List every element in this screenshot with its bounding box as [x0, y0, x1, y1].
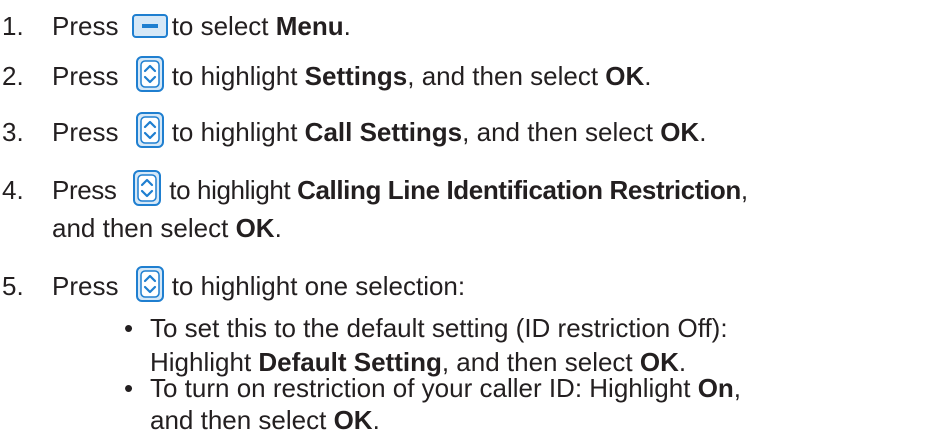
step-text: Press to select Menu. [52, 11, 351, 41]
navigation-key-icon [135, 112, 164, 149]
step-text: and then select OK. [52, 213, 282, 243]
step-text: Press to highlight Calling Line Identifi… [52, 170, 748, 210]
bullet-text: and then select OK. [150, 405, 380, 435]
step-number: 3. [2, 117, 24, 147]
navigation-key-icon [135, 56, 164, 93]
step-number: 5. [2, 271, 24, 301]
step-text: Press to highlight Settings, and then se… [52, 56, 652, 96]
step-number: 1. [2, 11, 24, 41]
bullet-symbol: • [124, 373, 134, 403]
bullet-text: To turn on restriction of your caller ID… [150, 373, 742, 403]
bullet-text: To set this to the default setting (ID r… [150, 313, 728, 343]
step-text: Press to highlight Call Settings, and th… [52, 112, 706, 152]
bullet-symbol: • [124, 313, 134, 343]
step-number: 4. [2, 175, 24, 205]
step-number: 2. [2, 61, 24, 91]
step-text: Press to highlight one selection: [52, 266, 465, 306]
navigation-key-icon [133, 170, 162, 207]
soft-key-icon [131, 14, 168, 39]
navigation-key-icon [135, 266, 164, 303]
